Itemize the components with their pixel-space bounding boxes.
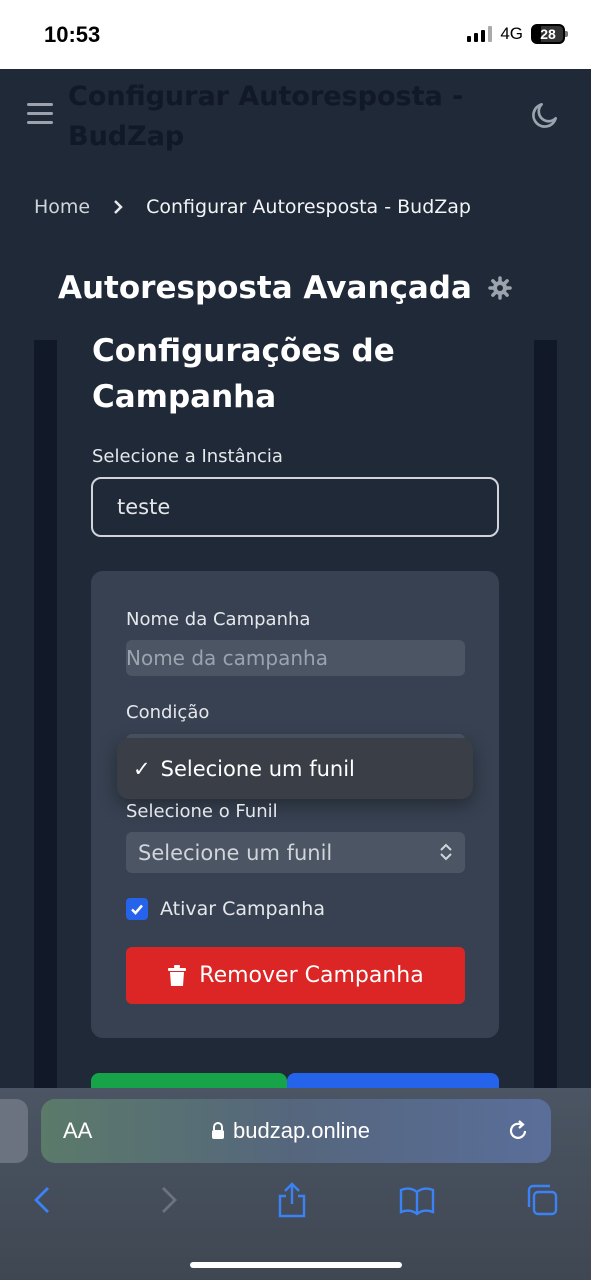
activate-campaign-checkbox[interactable] [126,898,148,920]
url-text: budzap.online [233,1118,371,1143]
activate-campaign-row: Ativar Campanha [126,898,325,920]
reader-aa-button[interactable]: AA [63,1118,92,1144]
campaign-name-input[interactable]: Nome da campanha [126,640,465,676]
checkmark-icon [131,904,143,915]
gear-icon[interactable] [488,276,512,300]
activate-campaign-label: Ativar Campanha [160,898,325,920]
funnel-label: Selecione o Funil [126,801,278,822]
status-time: 10:53 [44,22,101,47]
header-title: Configurar Autoresposta - BudZap [68,81,464,152]
remove-campaign-label: Remover Campanha [199,963,424,988]
url-display: budzap.online [211,1118,370,1144]
campaign-name-placeholder: Nome da campanha [126,646,328,670]
app-header: Configurar Autoresposta - BudZap [0,69,591,164]
browser-nav [0,1180,591,1220]
remove-campaign-button[interactable]: Remover Campanha [126,947,465,1004]
instance-label: Selecione a Instância [92,446,283,467]
network-type: 4G [500,24,523,43]
breadcrumb-home[interactable]: Home [34,196,90,218]
url-bar[interactable]: AA budzap.online [41,1099,551,1163]
select-arrows-icon [440,843,452,861]
battery-icon: 28 [531,24,568,44]
check-icon: ✓ [133,756,151,781]
chevron-right-icon [114,200,123,214]
menu-icon[interactable] [27,103,53,125]
instance-select[interactable]: teste [91,477,499,537]
lock-icon [212,1122,224,1139]
breadcrumb-current: Configurar Autoresposta - BudZap [146,196,471,218]
status-bar: 10:53 4G 28 [0,0,591,69]
signal-icon [467,26,493,42]
bookmarks-icon[interactable] [399,1180,435,1220]
home-indicator[interactable] [190,1262,402,1268]
dropdown-option-label: Selecione um funil [160,756,355,781]
forward-icon[interactable] [151,1180,187,1220]
funnel-select-value: Selecione um funil [138,840,333,865]
previous-tab[interactable] [0,1099,28,1163]
page-heading: Autoresposta Avançada [58,270,512,306]
page-title: Autoresposta Avançada [58,270,472,306]
tabs-icon[interactable] [524,1180,560,1220]
moon-icon[interactable] [529,99,561,131]
breadcrumb: Home Configurar Autoresposta - BudZap [34,196,471,218]
funnel-select[interactable]: Selecione um funil [126,832,465,873]
trash-icon [168,964,187,986]
reload-icon[interactable] [505,1118,531,1144]
card-title: Configurações de Campanha [92,333,395,415]
status-icons: 4G 28 [467,24,568,44]
back-icon[interactable] [24,1180,60,1220]
dropdown-option[interactable]: ✓ Selecione um funil [117,738,473,799]
condition-label: Condição [126,702,210,723]
campaign-name-label: Nome da Campanha [126,609,311,630]
battery-level: 28 [540,26,556,42]
share-icon[interactable] [274,1180,310,1220]
